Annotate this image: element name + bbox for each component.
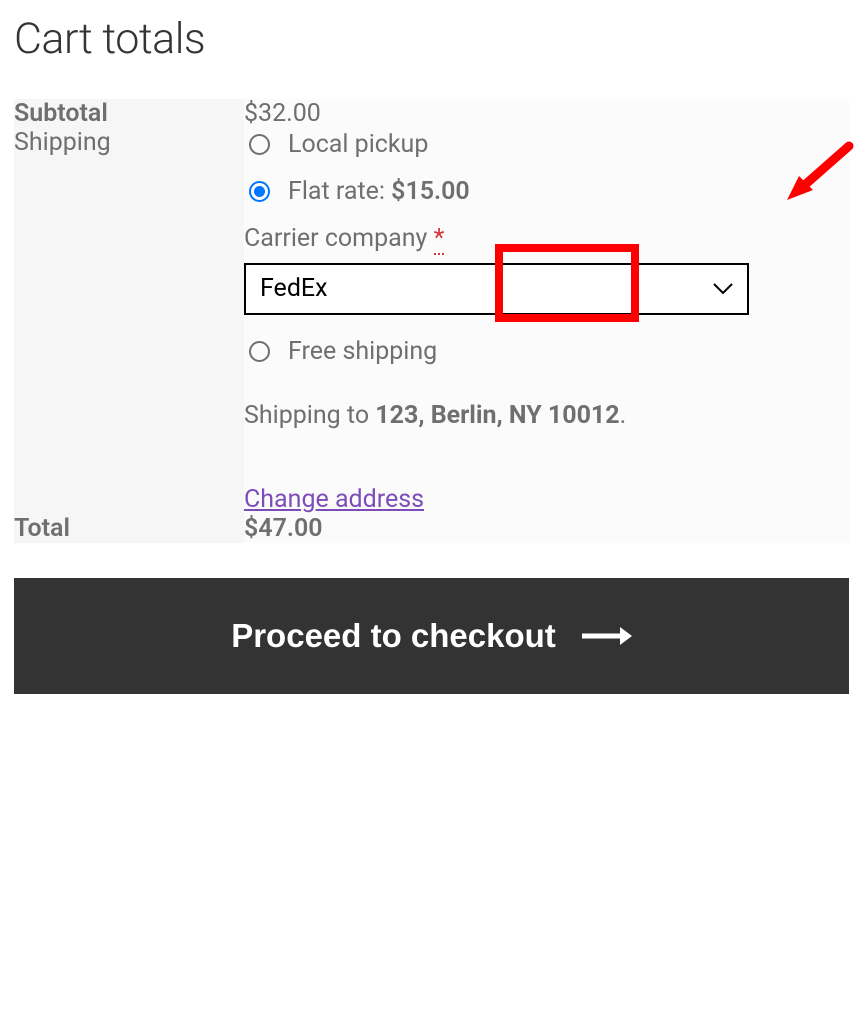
subtotal-value: $32.00 [244, 99, 321, 128]
shipping-to-text: Shipping to 123, Berlin, NY 10012. [244, 401, 849, 430]
shipping-option-flat-rate[interactable]: Flat rate: $15.00 [244, 177, 849, 206]
shipping-option-price: $15.00 [391, 177, 470, 206]
page-title: Cart totals [14, 14, 849, 64]
shipping-row: Shipping Local pickup Flat rate: $15.00 … [14, 128, 849, 514]
shipping-option-label: Local pickup [288, 130, 428, 159]
shipping-option-local-pickup[interactable]: Local pickup [244, 130, 849, 159]
arrow-right-icon [580, 626, 632, 646]
shipping-label: Shipping [14, 128, 111, 157]
carrier-company-label: Carrier company * [244, 224, 849, 253]
total-value: $47.00 [244, 514, 323, 543]
subtotal-row: Subtotal $32.00 [14, 99, 849, 128]
proceed-to-checkout-button[interactable]: Proceed to checkout [14, 578, 849, 694]
radio-icon [249, 134, 270, 155]
cart-totals-table: Subtotal $32.00 Shipping Local pickup Fl… [14, 99, 849, 543]
total-label: Total [14, 514, 70, 543]
change-address-link[interactable]: Change address [244, 485, 424, 514]
radio-icon [249, 181, 270, 202]
checkout-button-label: Proceed to checkout [231, 617, 556, 655]
carrier-company-select[interactable]: FedEx [244, 263, 749, 315]
required-marker: * [434, 224, 445, 255]
shipping-option-label: Flat rate: $15.00 [288, 177, 470, 206]
shipping-address: 123, Berlin, NY 10012 [375, 401, 619, 430]
subtotal-label: Subtotal [14, 99, 108, 128]
shipping-option-label: Free shipping [288, 337, 437, 366]
shipping-option-free-shipping[interactable]: Free shipping [244, 337, 849, 366]
total-row: Total $47.00 [14, 514, 849, 543]
radio-icon [249, 341, 270, 362]
